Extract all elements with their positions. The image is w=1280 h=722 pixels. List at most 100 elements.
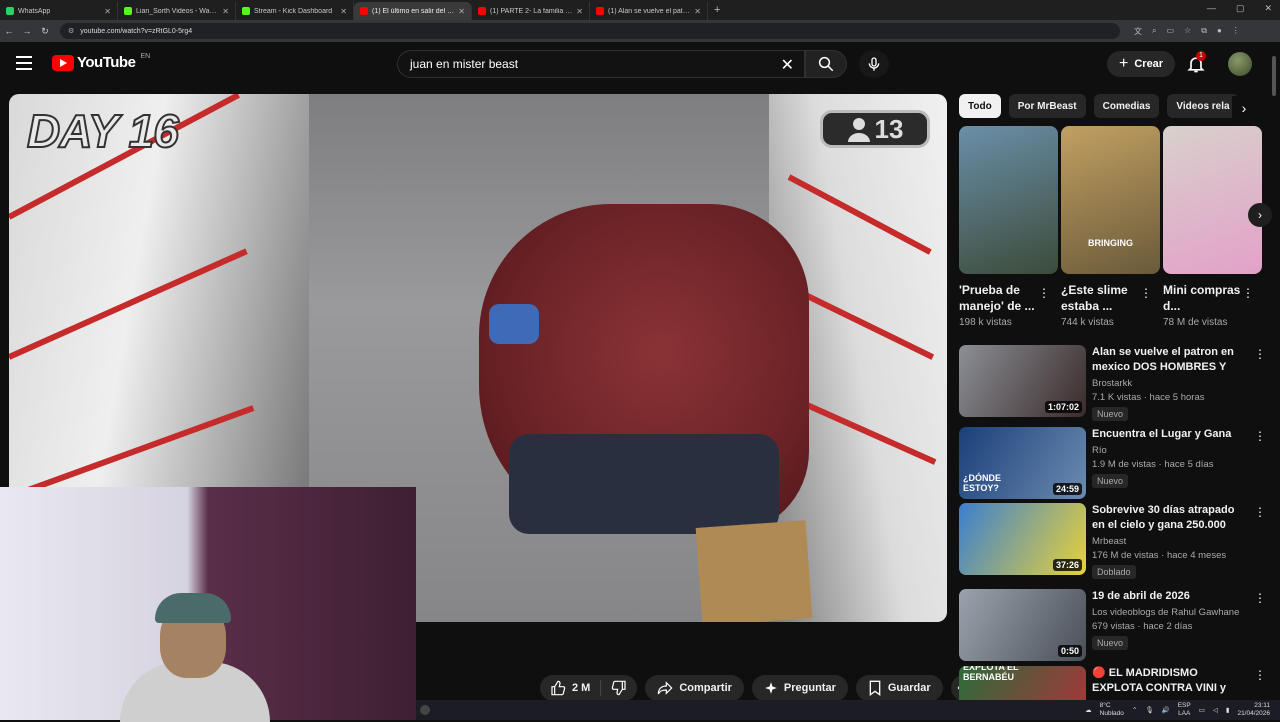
ask-label: Preguntar [783,682,836,694]
recommendation-item[interactable]: EXPLOTA EL BERNABÉU 🔴 EL MADRIDISMO EXPLO… [959,666,1269,700]
rec-thumbnail[interactable]: ¿DÓNDE ESTOY? 24:59 [959,427,1086,499]
browser-tab[interactable]: (1) Alan se vuelve el patron en ✕ [590,2,708,20]
short-title[interactable]: ¿Este slime estaba ... [1061,282,1139,314]
rec-channel[interactable]: Mrbeast [1092,536,1250,547]
clock[interactable]: 23:11 21/04/2026 [1237,702,1270,718]
short-views: 198 k vistas [959,317,1012,328]
maximize-icon[interactable]: ▢ [1236,3,1245,14]
short-item[interactable]: BRINGING ¿Este slime estaba ... 744 k vist… [1061,126,1160,328]
rec-menu-icon[interactable]: ⋮ [1254,668,1266,682]
audio-tray-icon[interactable]: 🔊 [1162,706,1170,714]
rec-title[interactable]: Encuentra el Lugar y Gana [1092,427,1250,442]
filter-chip[interactable]: Comedias [1093,94,1160,118]
close-window-icon[interactable]: ✕ [1264,3,1272,14]
site-info-icon[interactable]: ⚙ [68,27,74,35]
network-icon[interactable]: ▭ [1199,706,1205,714]
rec-title[interactable]: 🔴 EL MADRIDISMO EXPLOTA CONTRA VINI y MB… [1092,666,1250,696]
zoom-icon[interactable]: ⌕ [1152,26,1156,37]
mic-tray-icon[interactable]: 🎙 [1145,706,1153,714]
ask-button[interactable]: Preguntar [751,675,848,701]
page-scrollbar[interactable] [1272,50,1276,700]
filter-chip[interactable]: Videos rela [1167,94,1239,118]
browser-tab[interactable]: (1) El último en salir del sup ✕ [354,2,472,20]
close-tab-icon[interactable]: ✕ [340,7,347,16]
short-menu-icon[interactable]: ⋮ [1242,286,1254,300]
browser-menu-icon[interactable]: ⋮ [1232,26,1240,37]
scrollbar-thumb[interactable] [1272,56,1276,96]
save-button[interactable]: Guardar [855,675,943,701]
translate-icon[interactable]: 文 [1134,26,1142,37]
close-tab-icon[interactable]: ✕ [694,7,701,16]
short-thumbnail[interactable] [1163,126,1262,274]
filter-chip[interactable]: Por MrBeast [1008,94,1086,118]
rec-channel[interactable]: Los videoblogs de Rahul Gawhane [1092,607,1250,618]
rec-channel[interactable]: Río [1092,445,1250,456]
short-thumbnail[interactable] [959,126,1058,274]
create-button[interactable]: + Crear [1107,51,1176,77]
cast-icon[interactable]: ▭ [1166,26,1174,37]
voice-search-button[interactable] [859,50,889,78]
shorts-next-icon[interactable]: › [1248,203,1272,227]
rec-menu-icon[interactable]: ⋮ [1254,429,1266,443]
rec-thumbnail[interactable]: EXPLOTA EL BERNABÉU [959,666,1086,700]
forward-icon[interactable]: → [18,26,36,36]
window-controls: — ▢ ✕ [1207,3,1272,14]
close-tab-icon[interactable]: ✕ [104,7,111,16]
browser-tab[interactable]: (1) PARTE 2- La familia se e ✕ [472,2,590,20]
extensions-icon[interactable]: ⧉ [1201,26,1207,37]
short-thumbnail[interactable]: BRINGING [1061,126,1160,274]
rec-title[interactable]: Alan se vuelve el patron en mexico DOS H… [1092,345,1250,375]
short-menu-icon[interactable]: ⋮ [1140,286,1152,300]
search-input[interactable]: juan en mister beast ✕ [397,50,805,78]
profile-icon[interactable]: ● [1217,26,1222,37]
dislike-button[interactable] [601,680,637,696]
rec-menu-icon[interactable]: ⋮ [1254,505,1266,519]
recommendation-item[interactable]: ¿DÓNDE ESTOY? 24:59 Encuentra el Lugar y G… [959,427,1269,501]
browser-tab[interactable]: Lian_Sorth Videos - Watch ✕ [118,2,236,20]
youtube-logo[interactable]: YouTube EN [52,53,150,71]
search-button[interactable] [805,50,847,78]
video-duration: 37:26 [1052,559,1082,571]
new-tab-icon[interactable]: + [708,4,726,16]
tray-chevron-icon[interactable]: ⌃ [1132,706,1137,714]
rec-badge: Doblado [1092,565,1136,579]
minimize-icon[interactable]: — [1207,3,1216,14]
rec-menu-icon[interactable]: ⋮ [1254,347,1266,361]
like-button[interactable]: 2 M [540,680,602,696]
notifications-button[interactable]: 1 [1186,51,1206,74]
rec-title[interactable]: 19 de abril de 2026 [1092,589,1250,604]
menu-icon[interactable] [16,56,32,74]
rec-channel[interactable]: Brostarkk [1092,378,1250,389]
url-field[interactable]: ⚙ youtube.com/watch?v=zRtGL0-5rg4 [60,23,1120,39]
rec-thumbnail[interactable]: 37:26 [959,503,1086,575]
recommendation-item[interactable]: 37:26 Sobrevive 30 días atrapado en el ci… [959,503,1269,579]
close-tab-icon[interactable]: ✕ [576,7,583,16]
volume-icon[interactable]: ◁ [1213,706,1218,714]
share-icon [658,681,673,695]
taskbar-app-icon[interactable] [420,705,430,715]
rec-menu-icon[interactable]: ⋮ [1254,591,1266,605]
close-tab-icon[interactable]: ✕ [222,7,229,16]
recommendation-item[interactable]: 0:50 19 de abril de 2026 Los videoblogs de… [959,589,1269,663]
browser-tab[interactable]: WhatsApp ✕ [0,2,118,20]
recommendation-item[interactable]: 1:07:02 Alan se vuelve el patron en mexic… [959,345,1269,421]
chips-next-icon[interactable]: › [1232,96,1256,120]
short-title[interactable]: Mini compras d... [1163,282,1241,314]
browser-tab[interactable]: Stream - Kick Dashboard ✕ [236,2,354,20]
bookmark-star-icon[interactable]: ☆ [1184,26,1191,37]
battery-icon[interactable]: ▮ [1226,706,1230,714]
rec-title[interactable]: Sobrevive 30 días atrapado en el cielo y… [1092,503,1250,533]
filter-chip[interactable]: Todo [959,94,1001,118]
reload-icon[interactable]: ↻ [36,26,54,37]
clear-search-icon[interactable]: ✕ [781,55,794,75]
account-avatar[interactable] [1228,52,1252,76]
short-title[interactable]: 'Prueba de manejo' de ... [959,282,1037,314]
close-tab-icon[interactable]: ✕ [458,7,465,16]
rec-thumbnail[interactable]: 0:50 [959,589,1086,661]
short-menu-icon[interactable]: ⋮ [1038,286,1050,300]
short-item[interactable]: Mini compras d... 78 M de vistas ⋮ [1163,126,1262,328]
rec-thumbnail[interactable]: 1:07:02 [959,345,1086,417]
share-button[interactable]: Compartir [645,675,744,701]
back-icon[interactable]: ← [0,26,18,36]
short-item[interactable]: 'Prueba de manejo' de ... 198 k vistas ⋮ [959,126,1058,328]
